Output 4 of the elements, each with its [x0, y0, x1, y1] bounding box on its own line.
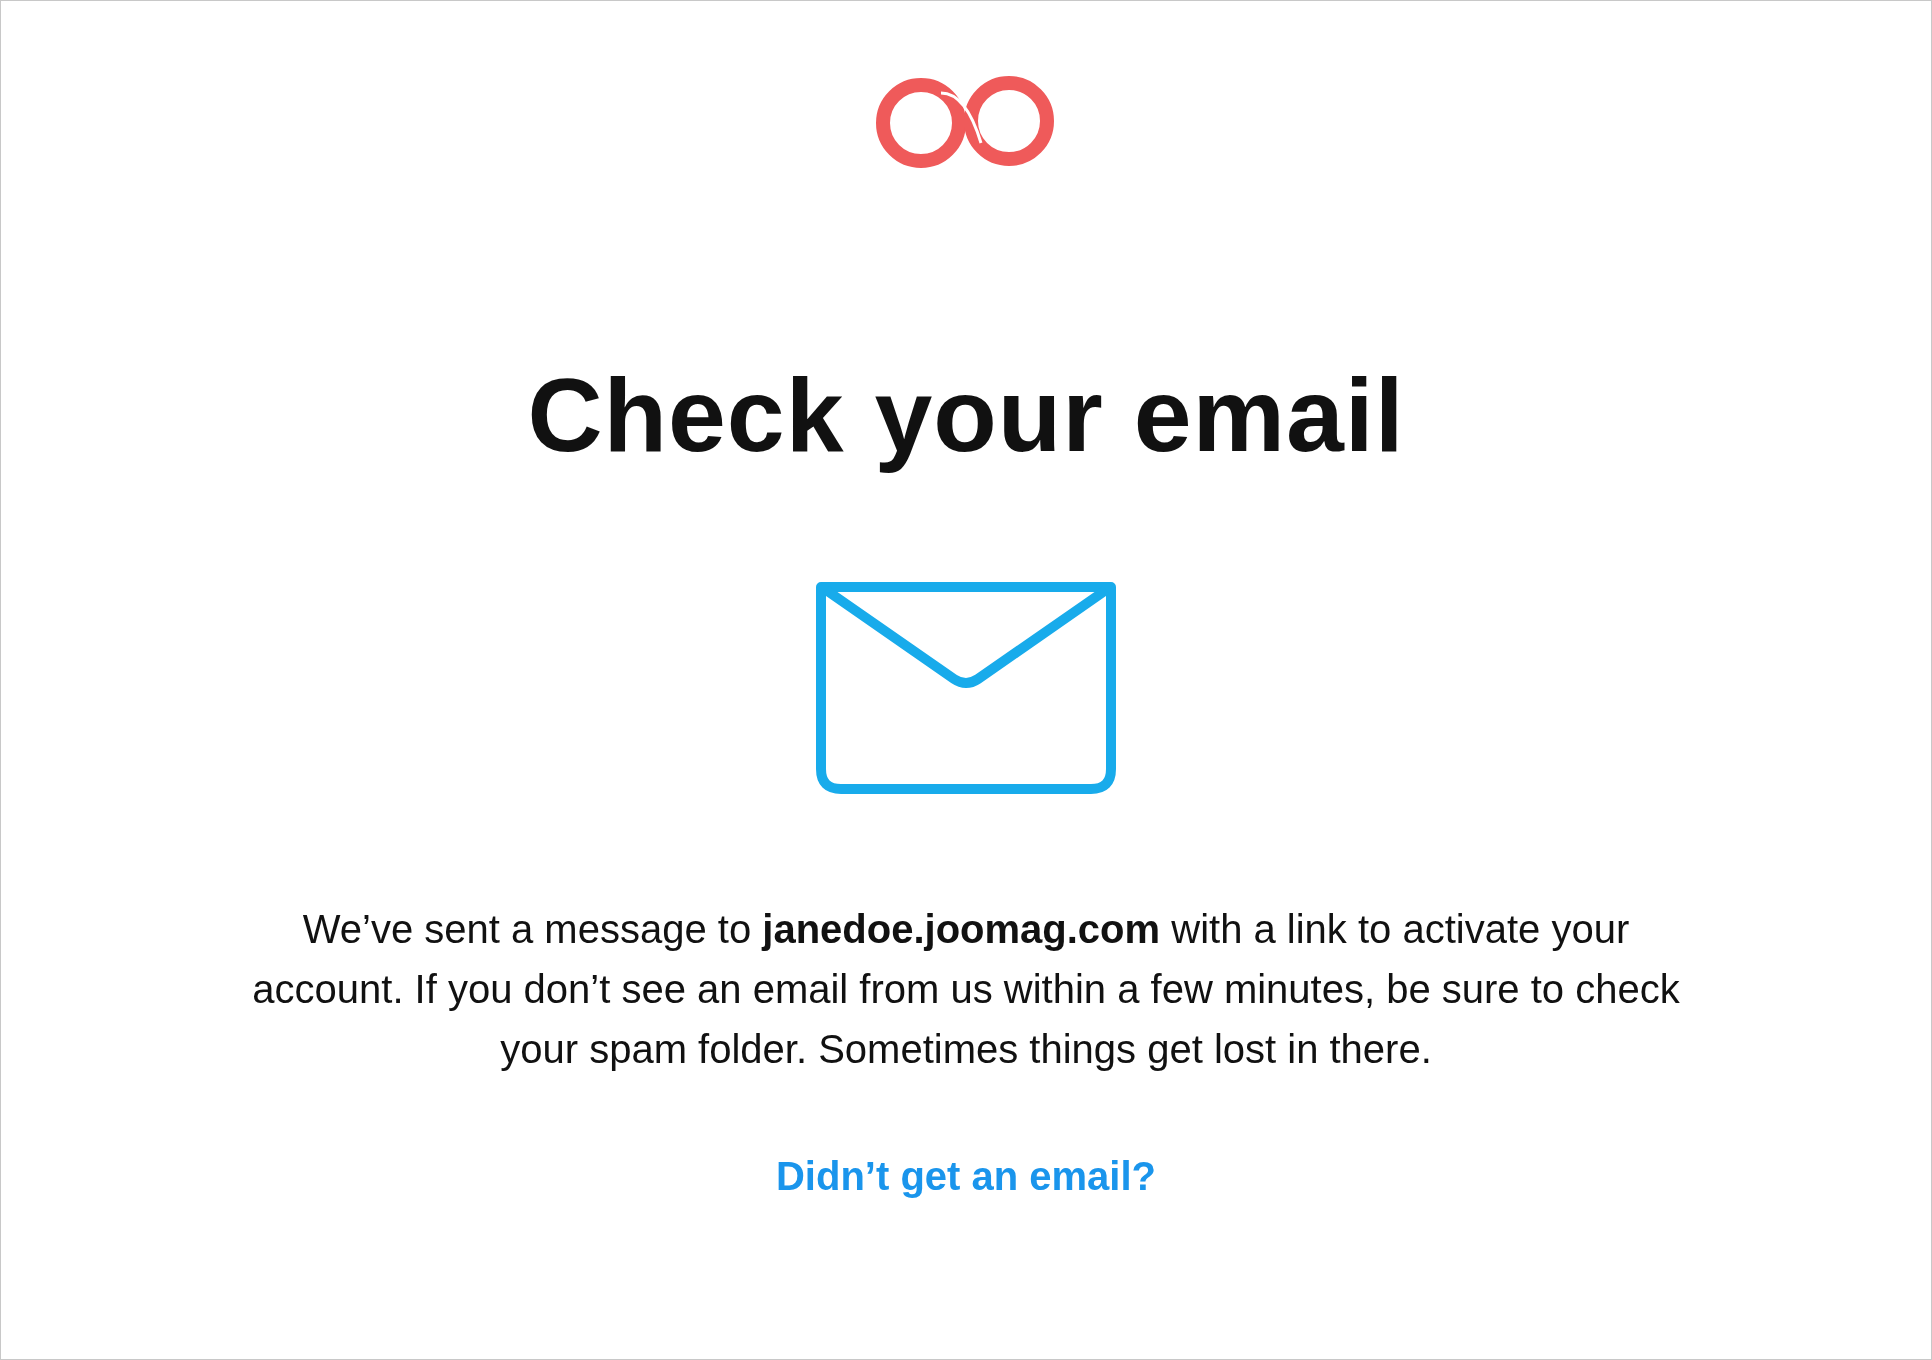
message-paragraph: We’ve sent a message to janedoe.joomag.com with a link to activate your account. If you don’t see an email from us within a few minutes, be sure to check your spam folder. Sometimes things get lost in there. — [251, 906, 1681, 1074]
page-heading: Check your email — [527, 358, 1405, 473]
envelope-icon — [816, 582, 1116, 795]
resend-email-link[interactable]: Didn’t get an email? — [775, 1154, 1156, 1200]
